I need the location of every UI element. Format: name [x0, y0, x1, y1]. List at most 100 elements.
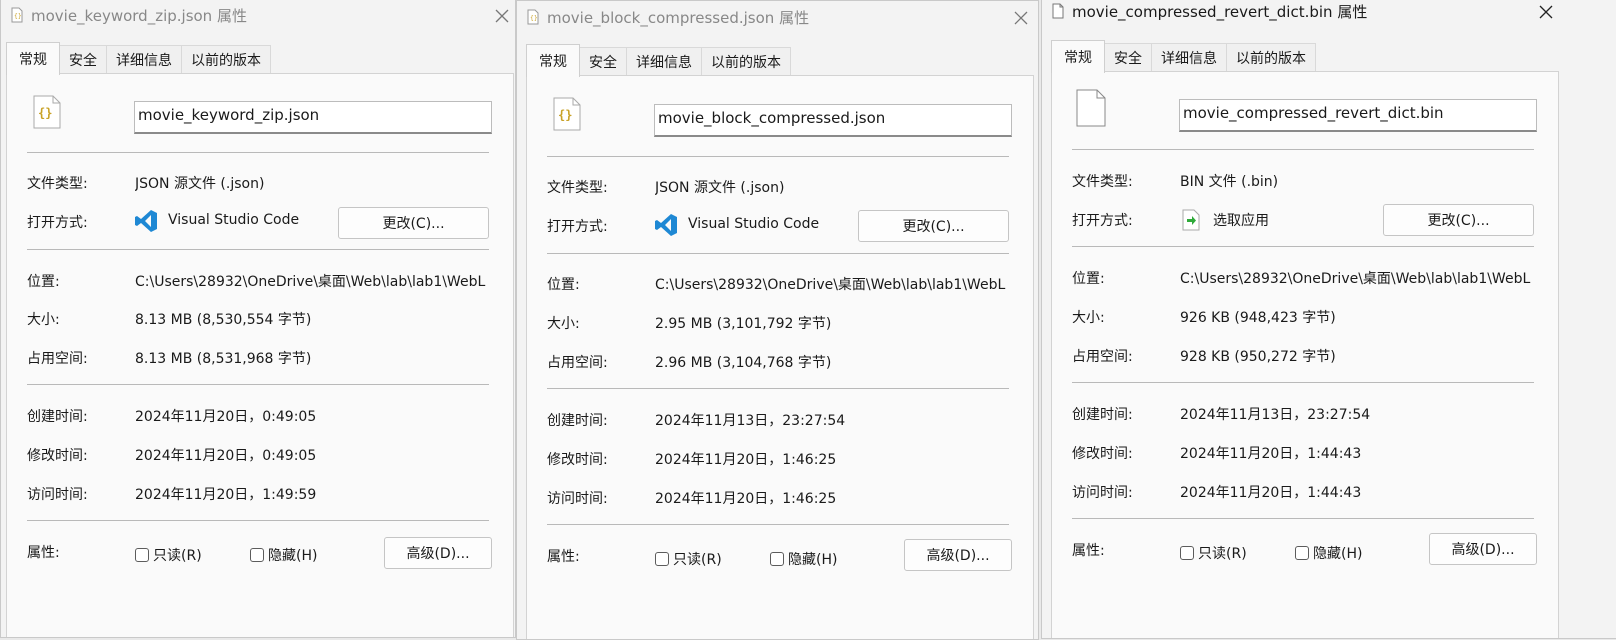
size-value: 2.95 MB (3,101,792 字节) [655, 316, 832, 332]
json-file-icon: {} [11, 7, 23, 23]
accessed-value: 2024年11月20日，1:44:43 [1180, 485, 1362, 501]
checkbox-box[interactable] [1180, 546, 1194, 560]
properties-window-3: movie_compressed_revert_dict.bin 属性 常规 安… [1041, 0, 1616, 639]
tab-general[interactable]: 常规 [526, 44, 580, 77]
location-value: C:\Users\28932\OneDrive\桌面\Web\lab\lab1\… [135, 274, 486, 290]
close-button[interactable] [1535, 1, 1557, 23]
divider [547, 253, 1009, 254]
tab-details[interactable]: 详细信息 [106, 45, 182, 74]
checkbox-box[interactable] [655, 552, 669, 566]
divider [27, 384, 489, 385]
attributes-label: 属性: [547, 549, 580, 565]
modified-value: 2024年11月20日，1:46:25 [655, 452, 837, 468]
close-button[interactable] [491, 5, 513, 27]
divider [1072, 246, 1534, 247]
accessed-value: 2024年11月20日，1:49:59 [135, 487, 317, 503]
checkbox-box[interactable] [135, 548, 149, 562]
readonly-checkbox[interactable]: 只读(R) [135, 545, 202, 565]
size-value: 8.13 MB (8,530,554 字节) [135, 312, 312, 328]
readonly-label: 只读(R) [153, 548, 202, 564]
hidden-checkbox[interactable]: 隐藏(H) [770, 549, 837, 569]
file-type-label: 文件类型: [1072, 174, 1133, 190]
location-label: 位置: [1072, 271, 1105, 287]
modified-label: 修改时间: [1072, 446, 1133, 462]
title-bar[interactable]: {} movie_block_compressed.json 属性 [517, 1, 1038, 33]
open-with-label: 打开方式: [27, 215, 88, 231]
divider [27, 249, 489, 250]
location-label: 位置: [27, 274, 60, 290]
advanced-button[interactable]: 高级(D)... [1429, 533, 1537, 565]
title-bar[interactable]: movie_compressed_revert_dict.bin 属性 [1042, 0, 1616, 27]
blank-file-icon [1076, 89, 1106, 127]
checkbox-box[interactable] [770, 552, 784, 566]
tab-details[interactable]: 详细信息 [626, 47, 702, 76]
tab-previous-versions[interactable]: 以前的版本 [181, 45, 271, 74]
location-label: 位置: [547, 277, 580, 293]
svg-text:{}: {} [558, 108, 572, 122]
readonly-checkbox[interactable]: 只读(R) [655, 549, 722, 569]
created-label: 创建时间: [1072, 407, 1133, 423]
location-value: C:\Users\28932\OneDrive\桌面\Web\lab\lab1\… [655, 277, 1006, 293]
advanced-button[interactable]: 高级(D)... [384, 537, 492, 569]
properties-window-2: {} movie_block_compressed.json 属性 常规 安全 … [516, 0, 1039, 640]
size-on-disk-label: 占用空间: [27, 351, 88, 367]
checkbox-box[interactable] [250, 548, 264, 562]
change-button[interactable]: 更改(C)... [338, 207, 489, 239]
divider [547, 156, 1009, 157]
file-type-value: JSON 源文件 (.json) [655, 180, 785, 196]
file-type-label: 文件类型: [547, 180, 608, 196]
tab-general[interactable]: 常规 [6, 42, 60, 75]
hidden-label: 隐藏(H) [788, 552, 838, 568]
tab-security[interactable]: 安全 [579, 47, 627, 76]
divider [27, 520, 489, 521]
hidden-label: 隐藏(H) [1313, 546, 1363, 562]
divider [1072, 518, 1534, 519]
hidden-checkbox[interactable]: 隐藏(H) [250, 545, 317, 565]
change-button[interactable]: 更改(C)... [1383, 204, 1534, 236]
divider [547, 524, 1009, 525]
modified-label: 修改时间: [27, 448, 88, 464]
tab-security[interactable]: 安全 [59, 45, 107, 74]
open-with-label: 打开方式: [1072, 213, 1133, 229]
change-button[interactable]: 更改(C)... [858, 210, 1009, 242]
svg-text:{}: {} [530, 15, 538, 22]
size-label: 大小: [1072, 310, 1105, 326]
created-value: 2024年11月13日，23:27:54 [1180, 407, 1371, 423]
tab-security[interactable]: 安全 [1104, 43, 1152, 72]
svg-text:{}: {} [38, 106, 52, 120]
file-type-value: BIN 文件 (.bin) [1180, 174, 1279, 190]
file-name-input[interactable]: movie_keyword_zip.json [134, 101, 492, 134]
modified-value: 2024年11月20日，0:49:05 [135, 448, 317, 464]
file-name-input[interactable]: movie_compressed_revert_dict.bin [1179, 99, 1537, 132]
modified-value: 2024年11月20日，1:44:43 [1180, 446, 1362, 462]
tab-details[interactable]: 详细信息 [1151, 43, 1227, 72]
readonly-checkbox[interactable]: 只读(R) [1180, 543, 1247, 563]
checkbox-box[interactable] [1295, 546, 1309, 560]
file-type-label: 文件类型: [27, 176, 88, 192]
advanced-button[interactable]: 高级(D)... [904, 539, 1012, 571]
size-on-disk-value: 8.13 MB (8,531,968 字节) [135, 351, 312, 367]
file-type-value: JSON 源文件 (.json) [135, 176, 265, 192]
divider [1072, 382, 1534, 383]
attributes-label: 属性: [1072, 543, 1105, 559]
close-icon [495, 9, 509, 23]
size-label: 大小: [547, 316, 580, 332]
size-on-disk-value: 928 KB (950,272 字节) [1180, 349, 1336, 365]
accessed-label: 访问时间: [1072, 485, 1133, 501]
close-button[interactable] [1010, 7, 1032, 29]
tab-general[interactable]: 常规 [1051, 40, 1105, 73]
attributes-label: 属性: [27, 545, 60, 561]
open-with-app: Visual Studio Code [168, 212, 300, 228]
file-name-input[interactable]: movie_block_compressed.json [654, 104, 1012, 137]
title-bar[interactable]: {} movie_keyword_zip.json 属性 [1, 0, 515, 31]
size-on-disk-value: 2.96 MB (3,104,768 字节) [655, 355, 832, 371]
size-value: 926 KB (948,423 字节) [1180, 310, 1336, 326]
accessed-label: 访问时间: [547, 491, 608, 507]
tab-previous-versions[interactable]: 以前的版本 [1226, 43, 1316, 72]
accessed-label: 访问时间: [27, 487, 88, 503]
open-with-app: 选取应用 [1213, 213, 1269, 229]
window-title: movie_compressed_revert_dict.bin 属性 [1072, 2, 1368, 21]
close-icon [1014, 11, 1028, 25]
hidden-checkbox[interactable]: 隐藏(H) [1295, 543, 1362, 563]
tab-previous-versions[interactable]: 以前的版本 [701, 47, 791, 76]
